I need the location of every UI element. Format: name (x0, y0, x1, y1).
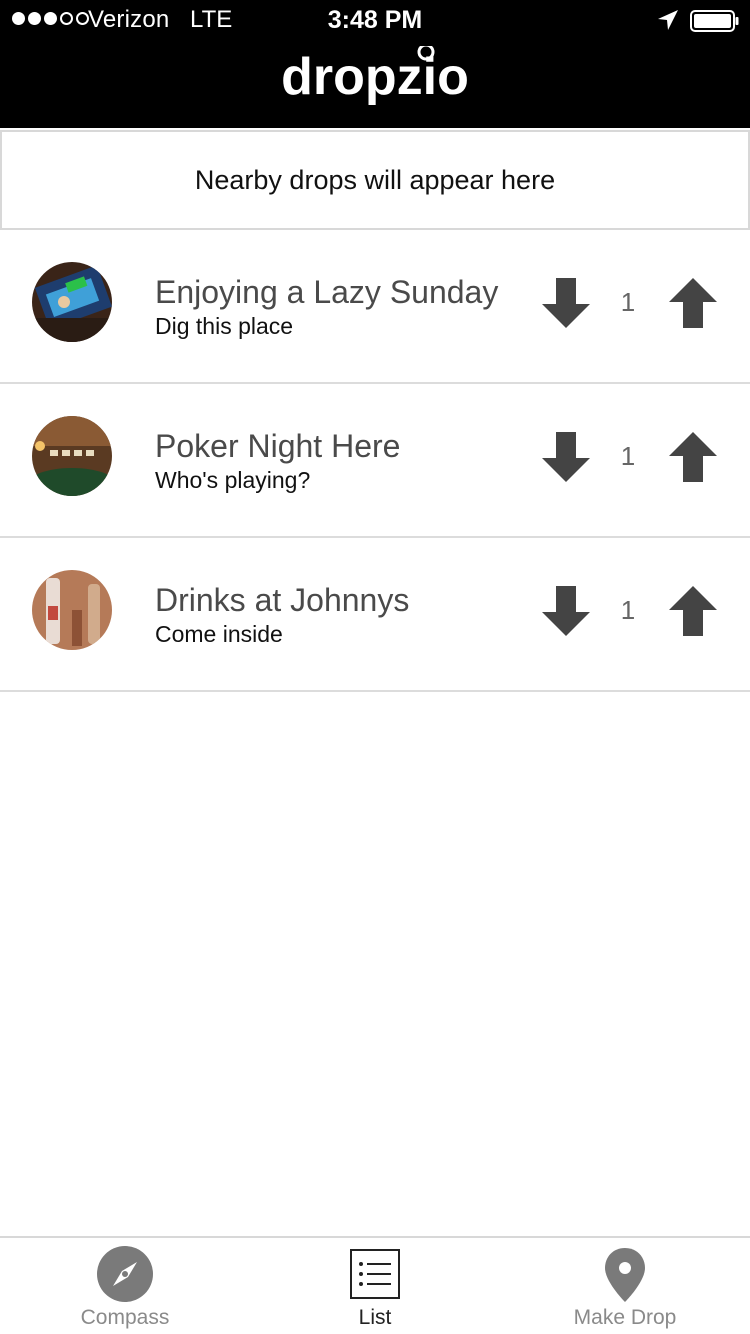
avatar (32, 570, 112, 650)
clock: 3:48 PM (327, 6, 423, 34)
map-pin-icon (605, 1248, 645, 1302)
vote-count: 1 (620, 287, 636, 317)
top-bar: Verizon LTE 3:48 PM dropzio (0, 0, 750, 128)
downvote-arrow-icon[interactable] (542, 432, 590, 482)
avatar (32, 416, 112, 496)
tab-label: Compass (80, 1306, 170, 1329)
tab-make-drop[interactable]: Make Drop (500, 1238, 750, 1334)
app-logo: dropzio (0, 43, 750, 131)
compass-icon (97, 1246, 153, 1302)
list-item[interactable]: Drinks at Johnnys Come inside 1 (0, 538, 750, 692)
drop-title: Enjoying a Lazy Sunday (155, 274, 499, 310)
tab-compass[interactable]: Compass (0, 1238, 250, 1334)
upvote-arrow-icon[interactable] (669, 278, 717, 328)
tab-label: Make Drop (573, 1306, 677, 1329)
drop-title: Drinks at Johnnys (155, 582, 410, 618)
list-icon (350, 1249, 400, 1299)
avatar (32, 262, 112, 342)
nearby-drops-banner: Nearby drops will appear here (0, 130, 750, 230)
drop-subtitle: Who's playing? (155, 467, 311, 493)
vote-count: 1 (620, 441, 636, 471)
status-bar: Verizon LTE 3:48 PM (0, 0, 750, 40)
battery-icon (690, 10, 739, 32)
upvote-arrow-icon[interactable] (669, 432, 717, 482)
list-item[interactable]: Poker Night Here Who's playing? 1 (0, 384, 750, 538)
downvote-arrow-icon[interactable] (542, 278, 590, 328)
location-arrow-icon (658, 10, 678, 30)
downvote-arrow-icon[interactable] (542, 586, 590, 636)
tab-label: List (358, 1306, 392, 1329)
logo-text: dropzio (281, 48, 469, 106)
upvote-arrow-icon[interactable] (669, 586, 717, 636)
tab-list[interactable]: List (250, 1238, 500, 1334)
list-item[interactable]: Enjoying a Lazy Sunday Dig this place 1 (0, 230, 750, 384)
drop-title: Poker Night Here (155, 428, 401, 464)
tab-bar: Compass List Make Drop (0, 1236, 750, 1334)
vote-count: 1 (620, 595, 636, 625)
drop-subtitle: Dig this place (155, 313, 294, 339)
drop-subtitle: Come inside (155, 621, 283, 647)
drops-list: Enjoying a Lazy Sunday Dig this place 1 … (0, 230, 750, 692)
